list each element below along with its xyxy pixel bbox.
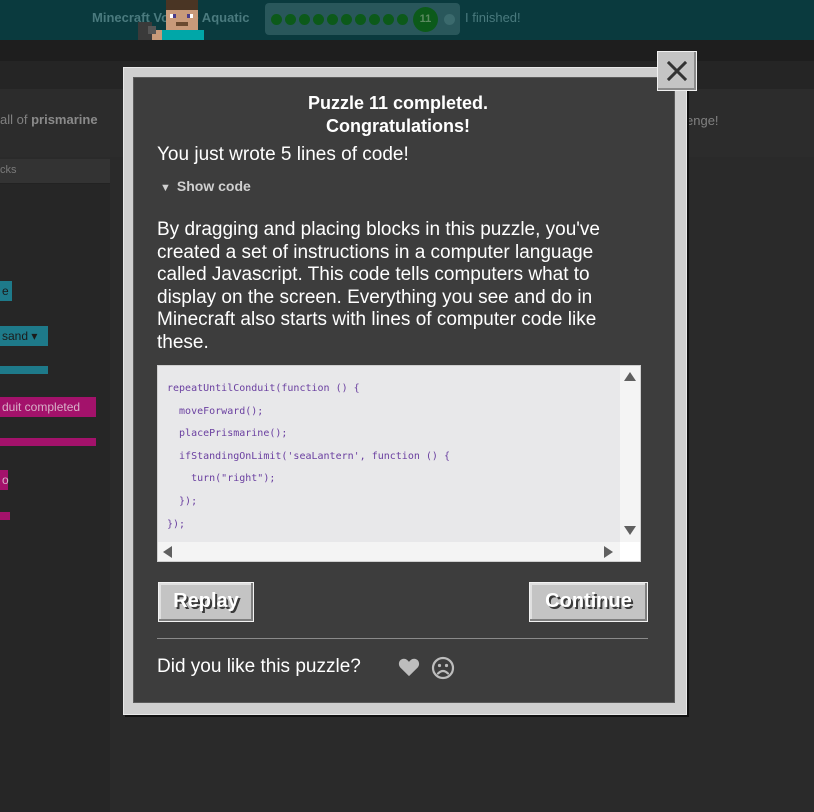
horizontal-scrollbar[interactable] bbox=[158, 542, 620, 561]
instructions-text-right: enge! bbox=[686, 113, 719, 128]
disclosure-triangle-icon: ▼ bbox=[160, 182, 171, 194]
toolbox-block[interactable]: o bbox=[0, 470, 9, 490]
divider bbox=[157, 638, 648, 639]
toolbox-block[interactable]: e bbox=[0, 281, 12, 301]
scroll-up-arrow-icon[interactable] bbox=[624, 372, 636, 381]
toolbox-block[interactable]: sand ▾ bbox=[0, 326, 48, 346]
toolbox bbox=[0, 184, 110, 812]
progress-dot[interactable] bbox=[271, 14, 282, 25]
progress-dot[interactable] bbox=[313, 14, 324, 25]
toolbox-block[interactable] bbox=[0, 366, 48, 374]
heart-icon[interactable] bbox=[398, 656, 420, 678]
progress-dot[interactable] bbox=[383, 14, 394, 25]
toolbox-block[interactable] bbox=[0, 512, 10, 520]
replay-button[interactable]: Replay bbox=[158, 582, 254, 622]
scroll-left-arrow-icon[interactable] bbox=[163, 546, 172, 558]
lines-written-text: You just wrote 5 lines of code! bbox=[157, 144, 409, 165]
show-code-toggle[interactable]: ▼ Show code bbox=[160, 178, 251, 194]
feedback-question: Did you like this puzzle? bbox=[157, 656, 361, 677]
progress-dot[interactable] bbox=[285, 14, 296, 25]
scroll-down-arrow-icon[interactable] bbox=[624, 526, 636, 535]
code-viewer[interactable]: repeatUntilConduit(function () { moveFor… bbox=[157, 365, 641, 562]
instructions-text: all of prismarine bbox=[0, 112, 98, 127]
close-button[interactable] bbox=[657, 51, 697, 91]
progress-next-dot bbox=[444, 14, 455, 25]
header-bar: Minecraft Voyage Aquatic 11 I finished! bbox=[0, 0, 814, 40]
scroll-corner bbox=[620, 542, 640, 561]
progress-dot[interactable] bbox=[327, 14, 338, 25]
dialog-heading: Puzzle 11 completed. Congratulations! bbox=[307, 93, 489, 136]
progress-dot[interactable] bbox=[369, 14, 380, 25]
vertical-scrollbar[interactable] bbox=[620, 366, 640, 542]
progress-dot[interactable] bbox=[355, 14, 366, 25]
progress-dot[interactable] bbox=[397, 14, 408, 25]
close-icon bbox=[667, 61, 687, 81]
continue-button[interactable]: Continue bbox=[529, 582, 648, 622]
finished-link[interactable]: I finished! bbox=[465, 10, 521, 25]
toolbox-block[interactable]: duit completed bbox=[0, 397, 96, 417]
progress-current: 11 bbox=[413, 7, 438, 32]
explanation-text: By dragging and placing blocks in this p… bbox=[157, 219, 601, 353]
progress-dot[interactable] bbox=[341, 14, 352, 25]
progress-bar: 11 bbox=[265, 3, 460, 35]
code-text: repeatUntilConduit(function () { moveFor… bbox=[167, 383, 450, 530]
progress-dot[interactable] bbox=[299, 14, 310, 25]
sad-face-icon[interactable] bbox=[431, 656, 455, 680]
toolbox-header-label: cks bbox=[0, 164, 17, 176]
toolbox-block[interactable] bbox=[0, 438, 96, 446]
scroll-right-arrow-icon[interactable] bbox=[604, 546, 613, 558]
